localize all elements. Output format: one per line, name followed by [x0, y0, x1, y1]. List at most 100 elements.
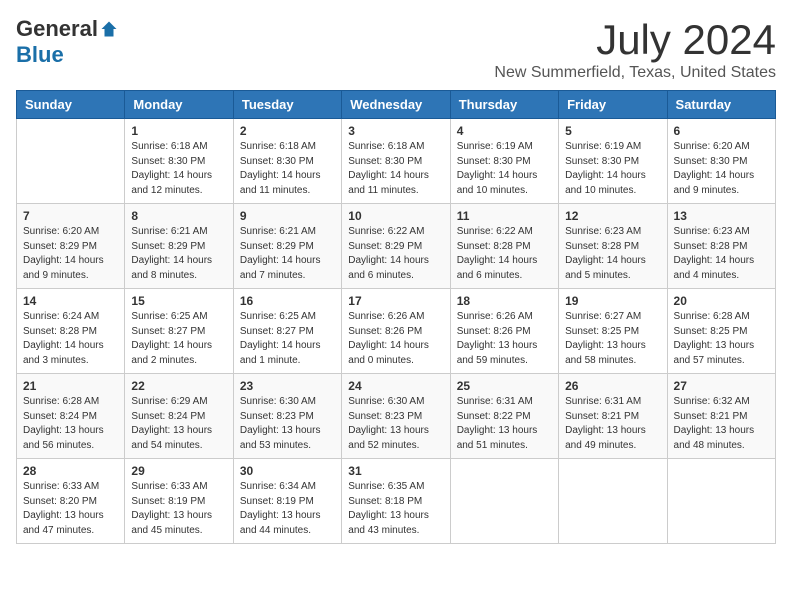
day-number: 3: [348, 124, 443, 138]
logo-icon: [100, 20, 118, 38]
day-number: 28: [23, 464, 118, 478]
day-number: 26: [565, 379, 660, 393]
calendar-day-cell: 3 Sunrise: 6:18 AMSunset: 8:30 PMDayligh…: [342, 119, 450, 204]
col-tuesday: Tuesday: [233, 91, 341, 119]
col-thursday: Thursday: [450, 91, 558, 119]
day-info: Sunrise: 6:31 AMSunset: 8:22 PMDaylight:…: [457, 395, 552, 453]
day-info: Sunrise: 6:21 AMSunset: 8:29 PMDaylight:…: [240, 225, 335, 283]
calendar-week-row: 28 Sunrise: 6:33 AMSunset: 8:20 PMDaylig…: [17, 459, 776, 544]
title-block: July 2024 New Summerfield, Texas, United…: [494, 16, 776, 82]
day-number: 12: [565, 209, 660, 223]
col-friday: Friday: [559, 91, 667, 119]
calendar-day-cell: 15 Sunrise: 6:25 AMSunset: 8:27 PMDaylig…: [125, 289, 233, 374]
day-number: 5: [565, 124, 660, 138]
logo-general-text: General: [16, 16, 98, 42]
calendar-day-cell: 25 Sunrise: 6:31 AMSunset: 8:22 PMDaylig…: [450, 374, 558, 459]
day-info: Sunrise: 6:18 AMSunset: 8:30 PMDaylight:…: [131, 140, 226, 198]
col-sunday: Sunday: [17, 91, 125, 119]
calendar-day-cell: 19 Sunrise: 6:27 AMSunset: 8:25 PMDaylig…: [559, 289, 667, 374]
calendar-day-cell: 2 Sunrise: 6:18 AMSunset: 8:30 PMDayligh…: [233, 119, 341, 204]
calendar-day-cell: 8 Sunrise: 6:21 AMSunset: 8:29 PMDayligh…: [125, 204, 233, 289]
day-info: Sunrise: 6:25 AMSunset: 8:27 PMDaylight:…: [131, 310, 226, 368]
day-info: Sunrise: 6:22 AMSunset: 8:29 PMDaylight:…: [348, 225, 443, 283]
calendar-day-cell: [17, 119, 125, 204]
day-number: 6: [674, 124, 769, 138]
day-number: 22: [131, 379, 226, 393]
calendar-day-cell: 5 Sunrise: 6:19 AMSunset: 8:30 PMDayligh…: [559, 119, 667, 204]
day-info: Sunrise: 6:19 AMSunset: 8:30 PMDaylight:…: [457, 140, 552, 198]
day-info: Sunrise: 6:35 AMSunset: 8:18 PMDaylight:…: [348, 480, 443, 538]
logo-blue-text: Blue: [16, 42, 64, 67]
day-number: 7: [23, 209, 118, 223]
calendar-day-cell: [450, 459, 558, 544]
day-info: Sunrise: 6:33 AMSunset: 8:20 PMDaylight:…: [23, 480, 118, 538]
day-info: Sunrise: 6:21 AMSunset: 8:29 PMDaylight:…: [131, 225, 226, 283]
day-number: 4: [457, 124, 552, 138]
calendar-day-cell: 31 Sunrise: 6:35 AMSunset: 8:18 PMDaylig…: [342, 459, 450, 544]
day-number: 31: [348, 464, 443, 478]
day-number: 25: [457, 379, 552, 393]
day-info: Sunrise: 6:20 AMSunset: 8:30 PMDaylight:…: [674, 140, 769, 198]
day-info: Sunrise: 6:30 AMSunset: 8:23 PMDaylight:…: [240, 395, 335, 453]
calendar-day-cell: 11 Sunrise: 6:22 AMSunset: 8:28 PMDaylig…: [450, 204, 558, 289]
calendar-week-row: 7 Sunrise: 6:20 AMSunset: 8:29 PMDayligh…: [17, 204, 776, 289]
day-number: 18: [457, 294, 552, 308]
day-number: 30: [240, 464, 335, 478]
day-number: 8: [131, 209, 226, 223]
day-info: Sunrise: 6:26 AMSunset: 8:26 PMDaylight:…: [348, 310, 443, 368]
calendar-day-cell: 1 Sunrise: 6:18 AMSunset: 8:30 PMDayligh…: [125, 119, 233, 204]
day-number: 13: [674, 209, 769, 223]
day-number: 27: [674, 379, 769, 393]
col-monday: Monday: [125, 91, 233, 119]
day-info: Sunrise: 6:18 AMSunset: 8:30 PMDaylight:…: [348, 140, 443, 198]
day-info: Sunrise: 6:18 AMSunset: 8:30 PMDaylight:…: [240, 140, 335, 198]
calendar-day-cell: 26 Sunrise: 6:31 AMSunset: 8:21 PMDaylig…: [559, 374, 667, 459]
day-info: Sunrise: 6:22 AMSunset: 8:28 PMDaylight:…: [457, 225, 552, 283]
day-info: Sunrise: 6:29 AMSunset: 8:24 PMDaylight:…: [131, 395, 226, 453]
day-info: Sunrise: 6:26 AMSunset: 8:26 PMDaylight:…: [457, 310, 552, 368]
day-number: 24: [348, 379, 443, 393]
day-info: Sunrise: 6:30 AMSunset: 8:23 PMDaylight:…: [348, 395, 443, 453]
calendar-day-cell: 21 Sunrise: 6:28 AMSunset: 8:24 PMDaylig…: [17, 374, 125, 459]
calendar-day-cell: 23 Sunrise: 6:30 AMSunset: 8:23 PMDaylig…: [233, 374, 341, 459]
day-info: Sunrise: 6:19 AMSunset: 8:30 PMDaylight:…: [565, 140, 660, 198]
calendar-header: Sunday Monday Tuesday Wednesday Thursday…: [17, 91, 776, 119]
calendar-day-cell: 28 Sunrise: 6:33 AMSunset: 8:20 PMDaylig…: [17, 459, 125, 544]
day-number: 10: [348, 209, 443, 223]
day-number: 9: [240, 209, 335, 223]
day-number: 11: [457, 209, 552, 223]
day-info: Sunrise: 6:31 AMSunset: 8:21 PMDaylight:…: [565, 395, 660, 453]
calendar-day-cell: 12 Sunrise: 6:23 AMSunset: 8:28 PMDaylig…: [559, 204, 667, 289]
header-row: Sunday Monday Tuesday Wednesday Thursday…: [17, 91, 776, 119]
calendar-week-row: 21 Sunrise: 6:28 AMSunset: 8:24 PMDaylig…: [17, 374, 776, 459]
calendar-day-cell: [559, 459, 667, 544]
calendar-day-cell: 30 Sunrise: 6:34 AMSunset: 8:19 PMDaylig…: [233, 459, 341, 544]
day-number: 14: [23, 294, 118, 308]
day-info: Sunrise: 6:28 AMSunset: 8:25 PMDaylight:…: [674, 310, 769, 368]
calendar-day-cell: 29 Sunrise: 6:33 AMSunset: 8:19 PMDaylig…: [125, 459, 233, 544]
calendar-day-cell: 24 Sunrise: 6:30 AMSunset: 8:23 PMDaylig…: [342, 374, 450, 459]
calendar-day-cell: [667, 459, 775, 544]
calendar-table: Sunday Monday Tuesday Wednesday Thursday…: [16, 90, 776, 544]
day-number: 2: [240, 124, 335, 138]
day-info: Sunrise: 6:27 AMSunset: 8:25 PMDaylight:…: [565, 310, 660, 368]
calendar-day-cell: 17 Sunrise: 6:26 AMSunset: 8:26 PMDaylig…: [342, 289, 450, 374]
calendar-day-cell: 9 Sunrise: 6:21 AMSunset: 8:29 PMDayligh…: [233, 204, 341, 289]
day-number: 15: [131, 294, 226, 308]
day-number: 23: [240, 379, 335, 393]
day-number: 20: [674, 294, 769, 308]
calendar-week-row: 14 Sunrise: 6:24 AMSunset: 8:28 PMDaylig…: [17, 289, 776, 374]
day-info: Sunrise: 6:23 AMSunset: 8:28 PMDaylight:…: [674, 225, 769, 283]
calendar-day-cell: 14 Sunrise: 6:24 AMSunset: 8:28 PMDaylig…: [17, 289, 125, 374]
day-info: Sunrise: 6:20 AMSunset: 8:29 PMDaylight:…: [23, 225, 118, 283]
calendar-day-cell: 16 Sunrise: 6:25 AMSunset: 8:27 PMDaylig…: [233, 289, 341, 374]
calendar-day-cell: 7 Sunrise: 6:20 AMSunset: 8:29 PMDayligh…: [17, 204, 125, 289]
calendar-day-cell: 18 Sunrise: 6:26 AMSunset: 8:26 PMDaylig…: [450, 289, 558, 374]
day-info: Sunrise: 6:23 AMSunset: 8:28 PMDaylight:…: [565, 225, 660, 283]
calendar-week-row: 1 Sunrise: 6:18 AMSunset: 8:30 PMDayligh…: [17, 119, 776, 204]
day-number: 16: [240, 294, 335, 308]
day-number: 21: [23, 379, 118, 393]
day-number: 1: [131, 124, 226, 138]
col-wednesday: Wednesday: [342, 91, 450, 119]
col-saturday: Saturday: [667, 91, 775, 119]
